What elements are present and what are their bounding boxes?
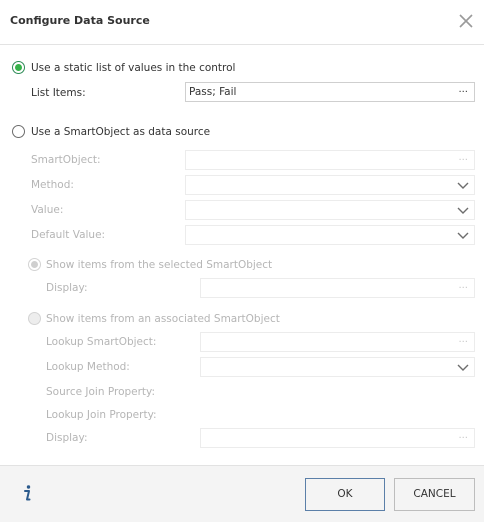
default-value-dropdown[interactable] <box>185 225 475 245</box>
chevron-down-icon <box>457 182 469 189</box>
display-label: Display: <box>46 282 88 294</box>
list-items-label: List Items: <box>31 87 86 99</box>
close-icon[interactable] <box>458 13 474 29</box>
dialog-title: Configure Data Source <box>10 14 150 27</box>
value-dropdown[interactable] <box>185 200 475 220</box>
list-items-ellipsis-button[interactable]: ... <box>458 84 468 95</box>
lookup-smartobject-field[interactable]: ... <box>200 332 475 352</box>
value-label: Value: <box>31 204 64 216</box>
source-join-property-label: Source Join Property: <box>46 386 156 398</box>
show-selected-radio-label[interactable]: Show items from the selected SmartObject <box>46 259 272 271</box>
chevron-down-icon <box>457 207 469 214</box>
show-selected-radio[interactable] <box>28 258 41 271</box>
show-associated-radio[interactable] <box>28 312 41 325</box>
smartobject-ellipsis-button[interactable]: ... <box>458 152 468 163</box>
list-items-value: Pass; Fail <box>189 86 237 98</box>
lookup-method-label: Lookup Method: <box>46 361 130 373</box>
lookup-smartobject-ellipsis-button[interactable]: ... <box>458 334 468 345</box>
show-associated-radio-label[interactable]: Show items from an associated SmartObjec… <box>46 313 280 325</box>
dialog-header: Configure Data Source <box>0 0 484 45</box>
static-list-radio[interactable] <box>12 61 25 74</box>
smartobject-label: SmartObject: <box>31 154 101 166</box>
ok-button[interactable]: OK <box>305 478 385 511</box>
chevron-down-icon <box>457 364 469 371</box>
associated-display-label: Display: <box>46 432 88 444</box>
display-ellipsis-button[interactable]: ... <box>458 280 468 291</box>
smartobject-radio[interactable] <box>12 125 25 138</box>
smartobject-field[interactable]: ... <box>185 150 475 170</box>
display-field[interactable]: ... <box>200 278 475 298</box>
smartobject-radio-label[interactable]: Use a SmartObject as data source <box>31 126 210 138</box>
static-list-radio-label[interactable]: Use a static list of values in the contr… <box>31 62 235 74</box>
info-icon[interactable] <box>20 484 34 502</box>
default-value-label: Default Value: <box>31 229 106 241</box>
cancel-button[interactable]: CANCEL <box>394 478 475 511</box>
lookup-method-dropdown[interactable] <box>200 357 475 377</box>
method-label: Method: <box>31 179 74 191</box>
associated-display-ellipsis-button[interactable]: ... <box>458 430 468 441</box>
method-dropdown[interactable] <box>185 175 475 195</box>
associated-display-field[interactable]: ... <box>200 428 475 448</box>
lookup-smartobject-label: Lookup SmartObject: <box>46 336 157 348</box>
configure-data-source-dialog: Configure Data Source Use a static list … <box>0 0 484 522</box>
dialog-footer: OK CANCEL <box>0 465 484 522</box>
lookup-join-property-label: Lookup Join Property: <box>46 409 157 421</box>
chevron-down-icon <box>457 232 469 239</box>
list-items-field[interactable]: Pass; Fail ... <box>185 82 475 102</box>
dialog-body: Use a static list of values in the contr… <box>0 45 484 465</box>
